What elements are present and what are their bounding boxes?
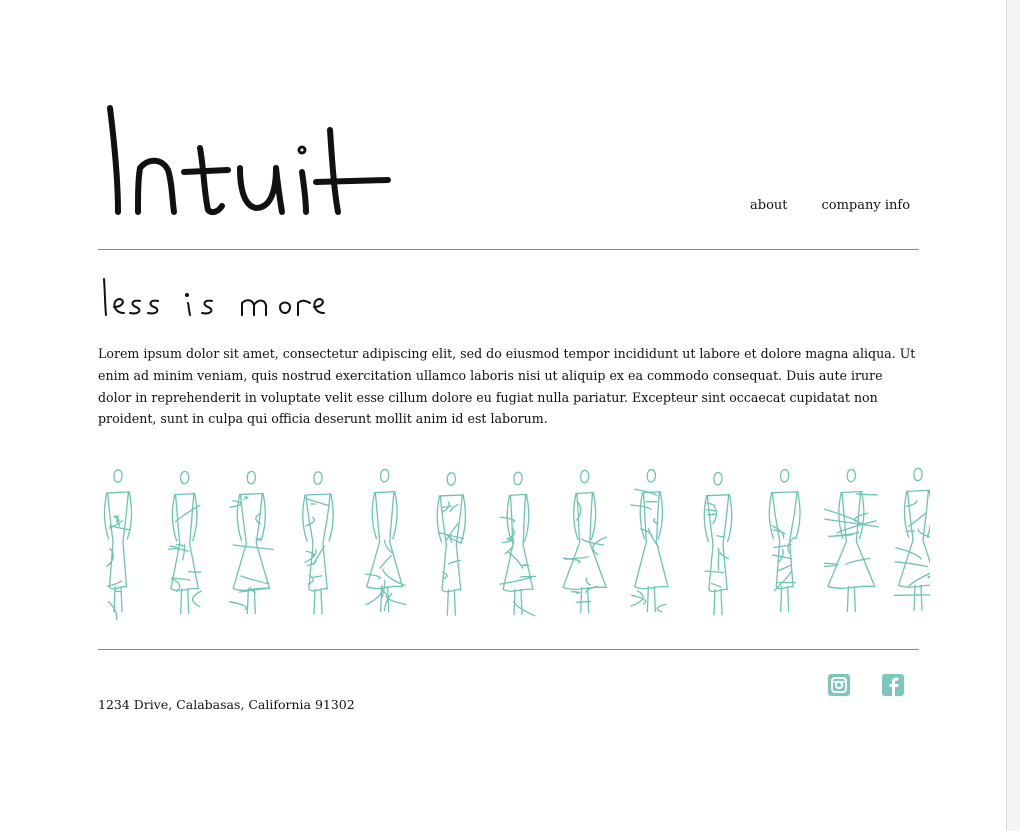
fashion-figure-sketch [302,471,334,615]
fashion-figure-sketch [562,469,607,614]
fashion-figure-sketch [630,469,669,613]
fashion-sketches [103,467,941,621]
header-divider [98,249,919,250]
logo-handwriting [107,105,391,216]
fashion-figure-sketch [436,472,467,616]
instagram-icon[interactable] [828,674,850,696]
fashion-figure-sketch [364,468,407,613]
fashion-figure-sketch [103,469,133,621]
fashion-figure-sketch [823,468,880,613]
nav-company-info-link[interactable]: company info [822,198,911,213]
fashion-figure-sketch [228,470,274,615]
tagline-handwriting [103,278,325,316]
facebook-icon[interactable] [882,674,904,696]
site-logo[interactable] [100,100,400,225]
window-edge [1006,0,1020,831]
nav-about-link[interactable]: about [750,198,788,213]
fashion-figure-sketch [768,469,801,613]
fashion-figure-sketch [703,471,733,616]
footer-divider [98,649,919,650]
fashion-sketch-gallery [100,460,941,621]
main-nav: about company info [750,198,910,213]
fashion-figure-sketch [893,467,941,612]
footer-address: 1234 Drive, Calabasas, California 91302 [98,697,355,712]
fashion-figure-sketch [499,471,537,617]
fashion-figure-sketch [168,470,202,615]
tagline [100,275,340,325]
intro-paragraph: Lorem ipsum dolor sit amet, consectetur … [98,346,916,427]
